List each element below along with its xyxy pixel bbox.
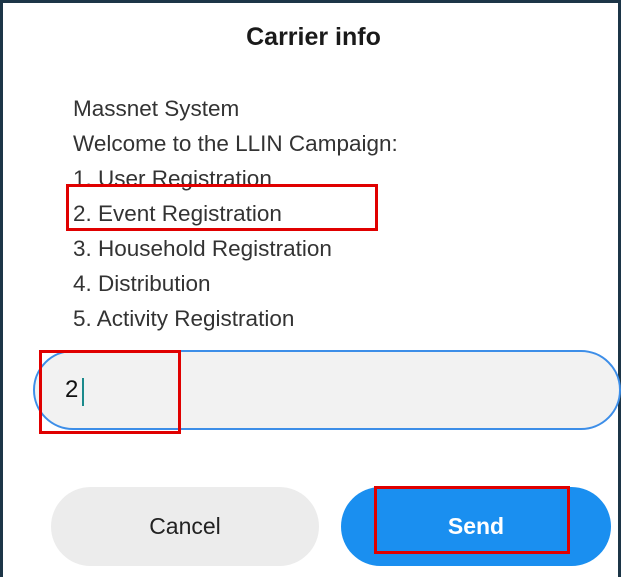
- highlight-box-input: [39, 350, 181, 434]
- cancel-button[interactable]: Cancel: [51, 487, 319, 566]
- menu-option-distribution: 4. Distribution: [73, 271, 211, 296]
- menu-option-household-registration: 3. Household Registration: [73, 236, 332, 261]
- dialog-title: Carrier info: [246, 23, 381, 51]
- highlight-box-send: [374, 486, 570, 554]
- menu-option-activity-registration: 5. Activity Registration: [73, 306, 295, 331]
- ussd-dialog: Carrier info Massnet System Welcome to t…: [0, 0, 621, 577]
- message-line-welcome: Welcome to the LLIN Campaign:: [73, 131, 398, 156]
- message-line-system: Massnet System: [73, 96, 240, 121]
- highlight-box-event-registration: [66, 184, 378, 231]
